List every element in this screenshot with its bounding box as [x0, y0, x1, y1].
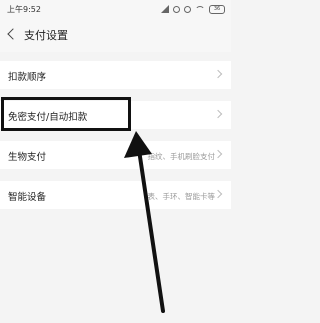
annotation-arrow-overlay	[124, 131, 165, 313]
annotation-arrow-head	[124, 131, 152, 158]
annotation-arrow-shaft	[137, 148, 165, 313]
